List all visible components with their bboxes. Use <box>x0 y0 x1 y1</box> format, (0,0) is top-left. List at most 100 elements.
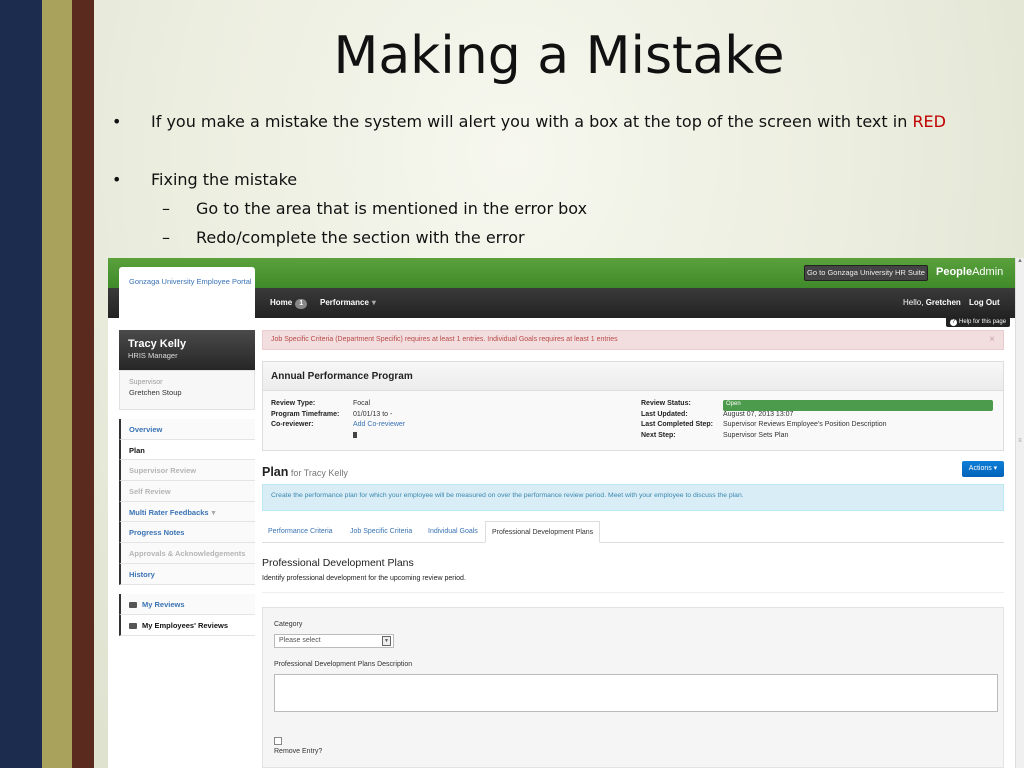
add-coreviewer-row: Add Co-reviewer <box>353 421 553 438</box>
slide-bar-navy <box>0 0 42 768</box>
tab-performance-criteria[interactable]: Performance Criteria <box>268 521 333 543</box>
bullet-1-text: If you make a mistake the system will al… <box>151 112 913 131</box>
supervisor-card: Supervisor Gretchen Stoup <box>119 370 255 410</box>
chevron-down-icon: ▾ <box>371 298 376 307</box>
slide-bar-olive <box>42 0 72 768</box>
sidebar-item-multi-rater[interactable]: Multi Rater Feedbacks ▾ <box>119 501 255 523</box>
chevron-down-icon: ▼ <box>382 636 391 646</box>
user-name: Tracy Kelly <box>128 338 187 350</box>
sub-bullet-1-text: Go to the area that is mentioned in the … <box>196 199 588 218</box>
greeting: Hello, Gretchen <box>903 298 961 307</box>
my-employees-reviews-label: My Employees' Reviews <box>142 621 228 630</box>
sidebar-item-supervisor-review: Supervisor Review <box>119 460 255 482</box>
slide-title: Making a Mistake <box>333 26 785 86</box>
trash-icon[interactable] <box>353 431 357 438</box>
timeframe-value: 01/01/13 to - <box>353 410 393 418</box>
dash-mark: – <box>162 228 170 247</box>
tab-professional-development[interactable]: Professional Development Plans <box>485 521 601 543</box>
sidebar-item-overview[interactable]: Overview <box>119 419 255 440</box>
error-alert-text: Job Specific Criteria (Department Specif… <box>271 336 618 343</box>
sidebar-item-plan[interactable]: Plan <box>119 439 255 461</box>
info-box: Create the performance plan for which yo… <box>262 484 1004 511</box>
program-panel: Annual Performance Program Review Type: … <box>262 361 1004 451</box>
sub-bullet-2: – Redo/complete the section with the erro… <box>162 228 962 247</box>
tab-individual-goals[interactable]: Individual Goals <box>428 521 478 543</box>
home-badge: 1 <box>295 299 308 309</box>
my-reviews-label: My Reviews <box>142 600 185 609</box>
hr-suite-button[interactable]: Go to Gonzaga University HR Suite <box>804 265 928 281</box>
last-step-value: Supervisor Reviews Employee's Position D… <box>723 421 887 428</box>
status-row: Open <box>723 400 993 411</box>
add-coreviewer-link[interactable]: Add Co-reviewer <box>353 421 553 432</box>
nav-performance[interactable]: Performance ▾ <box>320 298 376 307</box>
tab-job-specific-criteria[interactable]: Job Specific Criteria <box>350 521 412 543</box>
sidebar-item-progress-notes[interactable]: Progress Notes <box>119 522 255 544</box>
plan-for-text: for Tracy Kelly <box>288 468 348 478</box>
sidebar-menu: Overview Plan Supervisor Review Self Rev… <box>119 419 255 585</box>
plan-tabs: Performance Criteria Job Specific Criter… <box>262 521 1004 543</box>
remove-entry-checkbox[interactable] <box>274 737 282 745</box>
sub-bullet-1: – Go to the area that is mentioned in the… <box>162 199 962 218</box>
my-employees-reviews-link[interactable]: My Employees' Reviews <box>119 615 255 636</box>
status-badge: Open <box>723 400 993 411</box>
folder-icon <box>129 623 137 630</box>
field-key: Review Status: <box>641 400 691 407</box>
field-key: Next Step: <box>641 431 676 439</box>
review-type-value: Focal <box>353 400 371 407</box>
field-key: Review Type: <box>271 400 316 407</box>
sub-bullet-2-text: Redo/complete the section with the error <box>196 228 525 247</box>
folder-icon <box>129 602 137 609</box>
actions-button[interactable]: Actions ▾ <box>962 461 1004 477</box>
supervisor-label: Supervisor <box>129 379 163 386</box>
scrollbar[interactable]: ▲ ≡ <box>1015 258 1024 768</box>
bullet-1-emph: RED <box>912 112 946 131</box>
slide-bar-brown <box>72 0 94 768</box>
page-title: Plan for Tracy Kelly <box>262 465 348 479</box>
scroll-grip-icon[interactable]: ≡ <box>1016 438 1024 444</box>
supervisor-name: Gretchen Stoup <box>129 388 182 397</box>
sidebar-item-history[interactable]: History <box>119 563 255 585</box>
category-select[interactable]: Please select ▼ <box>274 634 394 648</box>
logout-link[interactable]: Log Out <box>969 298 1000 307</box>
sidebar-item-approvals: Approvals & Acknowledgements <box>119 543 255 564</box>
user-role: HRIS Manager <box>128 351 178 360</box>
help-icon: ? <box>950 319 957 326</box>
greeting-user: Gretchen <box>925 298 961 307</box>
field-key: Last Completed Step: <box>641 421 713 428</box>
portal-tab[interactable]: Gonzaga University Employee Portal <box>119 267 255 318</box>
error-alert: Job Specific Criteria (Department Specif… <box>262 330 1004 350</box>
divider <box>262 592 1004 593</box>
program-values-right: Open August 07, 2013 13:07 Supervisor Re… <box>723 400 993 442</box>
reviews-menu: My Reviews My Employees' Reviews <box>119 594 255 636</box>
sidebar-item-self-review: Self Review <box>119 481 255 502</box>
sidebar-item-multi-rater-label: Multi Rater Feedbacks <box>129 507 209 517</box>
next-step-value: Supervisor Sets Plan <box>723 431 789 439</box>
last-updated-value: August 07, 2013 13:07 <box>723 410 794 418</box>
my-reviews-link[interactable]: My Reviews <box>119 594 255 615</box>
scroll-up-icon[interactable]: ▲ <box>1016 258 1024 264</box>
section-subtitle: Identify professional development for th… <box>262 575 466 582</box>
help-button[interactable]: ? Help for this page <box>946 318 1011 327</box>
field-key: Co-reviewer: <box>271 421 314 428</box>
brand-bold: People <box>936 266 973 278</box>
bullet-mark: • <box>112 170 122 189</box>
bullet-2: • Fixing the mistake <box>108 170 1008 189</box>
description-label: Professional Development Plans Descripti… <box>274 661 413 668</box>
program-title: Annual Performance Program <box>263 362 1003 391</box>
remove-entry-label: Remove Entry? <box>274 748 323 755</box>
nav-home[interactable]: Home 1 <box>270 298 308 309</box>
section-title: Professional Development Plans <box>262 557 414 569</box>
help-label: Help for this page <box>959 319 1007 325</box>
description-textarea[interactable] <box>274 674 998 712</box>
bullet-1: • If you make a mistake the system will a… <box>108 112 1008 131</box>
pdp-form: Category Please select ▼ Professional De… <box>262 607 1004 768</box>
field-key: Last Updated: <box>641 410 688 418</box>
user-card: Tracy Kelly HRIS Manager <box>119 330 255 370</box>
bullet-mark: • <box>112 112 122 131</box>
close-icon[interactable]: × <box>989 334 995 345</box>
program-keys-right: Review Status: Last Updated: Last Comple… <box>641 400 723 442</box>
brand-logo: PeopleAdmin <box>936 266 1008 278</box>
category-label: Category <box>274 621 303 628</box>
bullet-2-text: Fixing the mistake <box>151 170 298 189</box>
nav-home-label: Home <box>270 298 293 307</box>
